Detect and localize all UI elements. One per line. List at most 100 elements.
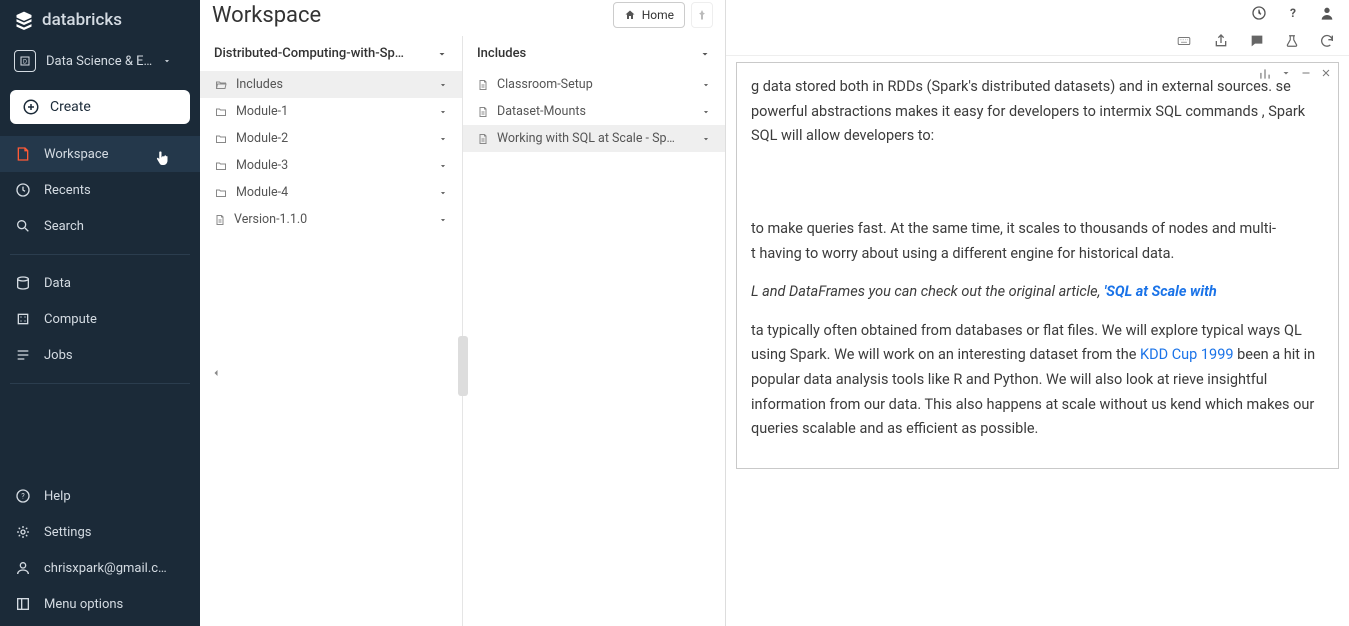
beaker-icon[interactable] [1285, 33, 1299, 49]
refresh-icon[interactable] [1319, 33, 1335, 49]
chevron-down-icon[interactable] [436, 48, 448, 60]
caret-down-icon[interactable] [438, 80, 448, 90]
nav-label: Workspace [44, 147, 109, 162]
chevron-down-icon [162, 56, 172, 66]
nav-jobs[interactable]: Jobs [0, 337, 200, 373]
cell-spacer [751, 163, 1324, 203]
gear-icon [14, 524, 32, 540]
article-link[interactable]: 'SQL at Scale with [1104, 283, 1217, 300]
nav-data[interactable]: Data [0, 265, 200, 301]
notebook-cell[interactable]: g data stored both in RDDs (Spark's dist… [736, 62, 1339, 469]
folder-icon [214, 187, 228, 199]
chart-icon[interactable] [1258, 67, 1272, 81]
caret-down-icon[interactable] [701, 107, 711, 117]
caret-down-icon[interactable] [701, 80, 711, 90]
workspace-column-1: Distributed-Computing-with-Sp… Includes M… [200, 36, 463, 626]
nav-label: Help [44, 489, 71, 504]
share-icon[interactable] [1213, 33, 1229, 49]
create-button[interactable]: Create [10, 90, 190, 124]
pin-button[interactable] [691, 2, 713, 28]
caret-down-icon[interactable] [438, 107, 448, 117]
workspace-item[interactable]: Working with SQL at Scale - Sp… [463, 125, 725, 152]
nav-label: Jobs [44, 348, 73, 363]
folder-open-icon [214, 79, 228, 91]
item-label: Classroom-Setup [497, 77, 593, 92]
workspace-header: Workspace Home [200, 0, 725, 36]
svg-text:D: D [23, 59, 27, 66]
nav-compute[interactable]: Compute [0, 301, 200, 337]
item-label: Module-3 [236, 158, 288, 173]
compute-icon [14, 311, 32, 327]
column-header[interactable]: Distributed-Computing-with-Sp… [200, 36, 462, 71]
item-label: Module-1 [236, 104, 288, 119]
workspace-item[interactable]: Version-1.1.0 [200, 206, 462, 233]
workspace-columns: Distributed-Computing-with-Sp… Includes M… [200, 36, 725, 626]
brand-logo[interactable]: databricks [0, 0, 200, 40]
column-list: Includes Module-1 Module-2 Module-3 Module-4… [200, 71, 462, 233]
comment-icon[interactable] [1249, 33, 1265, 49]
nav-label: Compute [44, 312, 97, 327]
cell-toolbar [1258, 67, 1332, 81]
keyboard-icon[interactable] [1175, 34, 1193, 48]
workspace-item[interactable]: Module-3 [200, 152, 462, 179]
workspace-item[interactable]: Module-4 [200, 179, 462, 206]
env-icon: D [14, 50, 36, 72]
file-icon [214, 213, 226, 227]
caret-down-icon[interactable] [438, 161, 448, 171]
column-header[interactable]: Includes [463, 36, 725, 71]
env-switcher[interactable]: D Data Science & E… [0, 40, 200, 82]
workspace-item[interactable]: Module-1 [200, 98, 462, 125]
workspace-item[interactable]: Classroom-Setup [463, 71, 725, 98]
workspace-icon [14, 146, 32, 162]
nav-help[interactable]: ? Help [0, 478, 200, 514]
panel-icon [14, 596, 32, 612]
folder-icon [214, 106, 228, 118]
caret-down-icon[interactable] [438, 215, 448, 225]
nav-recents[interactable]: Recents [0, 172, 200, 208]
nav-settings[interactable]: Settings [0, 514, 200, 550]
chevron-left-icon [210, 366, 222, 380]
item-label: Dataset-Mounts [497, 104, 586, 119]
cell-paragraph: g data stored both in RDDs (Spark's dist… [751, 75, 1324, 149]
env-label: Data Science & E… [46, 54, 152, 69]
caret-down-icon[interactable] [438, 188, 448, 198]
user-icon[interactable] [1319, 5, 1335, 21]
minimize-icon[interactable] [1300, 67, 1312, 81]
create-label: Create [50, 99, 91, 115]
notebook-content: ? g data stored both in RDDs (Spark's di… [726, 0, 1349, 626]
data-icon [14, 275, 32, 291]
plus-circle-icon [22, 98, 40, 116]
workspace-title: Workspace [212, 3, 321, 28]
nav-workspace[interactable]: Workspace [0, 136, 200, 172]
item-label: Module-4 [236, 185, 288, 200]
close-icon[interactable] [1320, 67, 1332, 81]
search-icon [14, 218, 32, 234]
kdd-link[interactable]: KDD Cup 1999 [1140, 346, 1234, 363]
caret-down-icon[interactable] [701, 134, 711, 144]
chevron-down-icon[interactable] [699, 48, 711, 60]
column-list: Classroom-Setup Dataset-Mounts Working wit… [463, 71, 725, 152]
workspace-panel: Workspace Home Distributed-Computing-wit… [200, 0, 726, 626]
workspace-item[interactable]: Dataset-Mounts [463, 98, 725, 125]
nav-user[interactable]: chrisxpark@gmail.c… [0, 550, 200, 586]
nav-search[interactable]: Search [0, 208, 200, 244]
nav-menu-options[interactable]: Menu options [0, 586, 200, 622]
chevron-down-icon[interactable] [1280, 67, 1292, 81]
back-button[interactable] [210, 366, 222, 380]
nav-divider [10, 383, 190, 384]
workspace-item[interactable]: Includes [200, 71, 462, 98]
help-icon[interactable]: ? [1285, 5, 1301, 21]
history-icon[interactable] [1251, 5, 1267, 21]
workspace-item[interactable]: Module-2 [200, 125, 462, 152]
databricks-logo-icon [14, 10, 34, 30]
home-button[interactable]: Home [613, 2, 685, 28]
nav-primary: Workspace Recents Search [0, 132, 200, 248]
file-icon [477, 132, 489, 146]
nav-label: chrisxpark@gmail.c… [44, 561, 167, 576]
cursor-hand-icon [154, 150, 172, 168]
column-title: Distributed-Computing-with-Sp… [214, 46, 404, 61]
left-sidebar: databricks D Data Science & E… Create Wo… [0, 0, 200, 626]
file-icon [477, 105, 489, 119]
caret-down-icon[interactable] [438, 134, 448, 144]
top-toolbar: ? [726, 0, 1349, 26]
